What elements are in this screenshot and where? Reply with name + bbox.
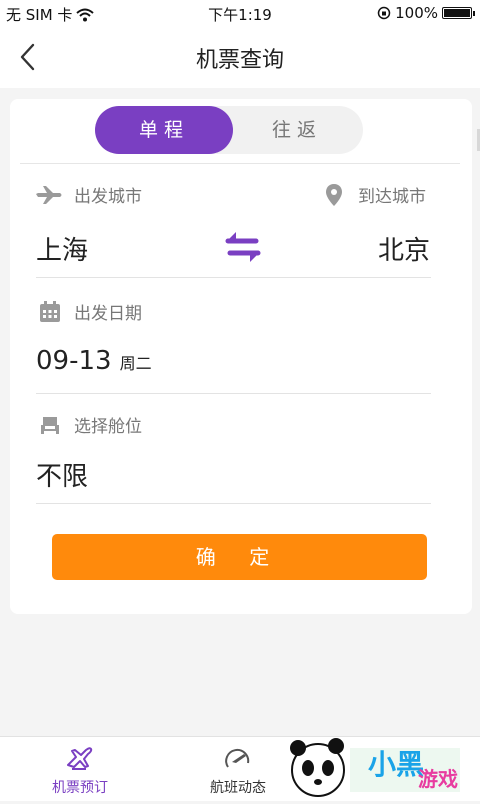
svg-text:小黑: 小黑 bbox=[368, 749, 424, 780]
cabin-label: 选择舱位 bbox=[74, 417, 142, 437]
tab-one-way[interactable]: 单程 bbox=[95, 106, 233, 154]
svg-text:游戏: 游戏 bbox=[418, 767, 458, 791]
arrival-city-label-row: 到达城市 bbox=[320, 182, 426, 207]
departure-city-label-row: 出发城市 bbox=[36, 182, 142, 207]
calendar-icon bbox=[36, 300, 64, 324]
watermark-logo: 小黑 游戏 bbox=[288, 728, 480, 800]
nav-bar: 机票查询 bbox=[0, 26, 480, 88]
tab-label: 机票预订 bbox=[52, 780, 108, 796]
battery-fill bbox=[444, 9, 470, 17]
cabin-select[interactable]: 不限 bbox=[36, 456, 88, 493]
tab-round-trip[interactable]: 往返 bbox=[231, 106, 363, 154]
rotation-lock-icon bbox=[377, 6, 391, 20]
departure-weekday: 周二 bbox=[119, 354, 152, 373]
location-pin-icon bbox=[320, 183, 348, 207]
tab-flight-status[interactable]: 航班动态 bbox=[178, 737, 298, 801]
flight-status-icon bbox=[225, 748, 250, 768]
departure-date-value: 09-13 bbox=[36, 346, 112, 376]
plane-icon bbox=[36, 183, 64, 207]
battery-icon bbox=[442, 7, 475, 19]
arrival-city[interactable]: 北京 bbox=[378, 230, 430, 267]
battery-text: 100% bbox=[395, 4, 438, 22]
divider bbox=[36, 277, 431, 278]
cabin-label-row: 选择舱位 bbox=[36, 412, 142, 437]
swap-cities-button[interactable] bbox=[222, 227, 264, 267]
search-card: 往返 单程 出发城市 到达城市 上海 北京 出发日期 09-13 周二 选择舱位… bbox=[10, 99, 472, 614]
departure-city-label: 出发城市 bbox=[74, 187, 142, 207]
divider bbox=[36, 503, 431, 504]
seat-icon bbox=[36, 413, 64, 437]
departure-city[interactable]: 上海 bbox=[36, 230, 88, 267]
swap-arrows-icon bbox=[225, 232, 261, 262]
departure-date-label-row: 出发日期 bbox=[36, 299, 142, 324]
arrival-city-label: 到达城市 bbox=[358, 187, 426, 207]
trip-type-toggle: 往返 单程 bbox=[95, 106, 363, 154]
status-bar: 无 SIM 卡 下午1:19 100% bbox=[0, 0, 480, 26]
departure-date-field[interactable]: 09-13 周二 bbox=[36, 346, 152, 376]
status-right: 100% bbox=[377, 4, 475, 22]
tab-flight-booking[interactable]: 机票预订 bbox=[20, 737, 140, 801]
confirm-button[interactable]: 确 定 bbox=[52, 534, 427, 580]
divider bbox=[36, 393, 431, 394]
divider bbox=[20, 163, 460, 164]
page-title: 机票查询 bbox=[195, 48, 284, 73]
plane-ticket-icon bbox=[67, 747, 93, 770]
panda-logo-icon: 小黑 游戏 bbox=[290, 738, 460, 797]
tab-label: 航班动态 bbox=[210, 780, 266, 796]
departure-date-label: 出发日期 bbox=[74, 304, 142, 324]
